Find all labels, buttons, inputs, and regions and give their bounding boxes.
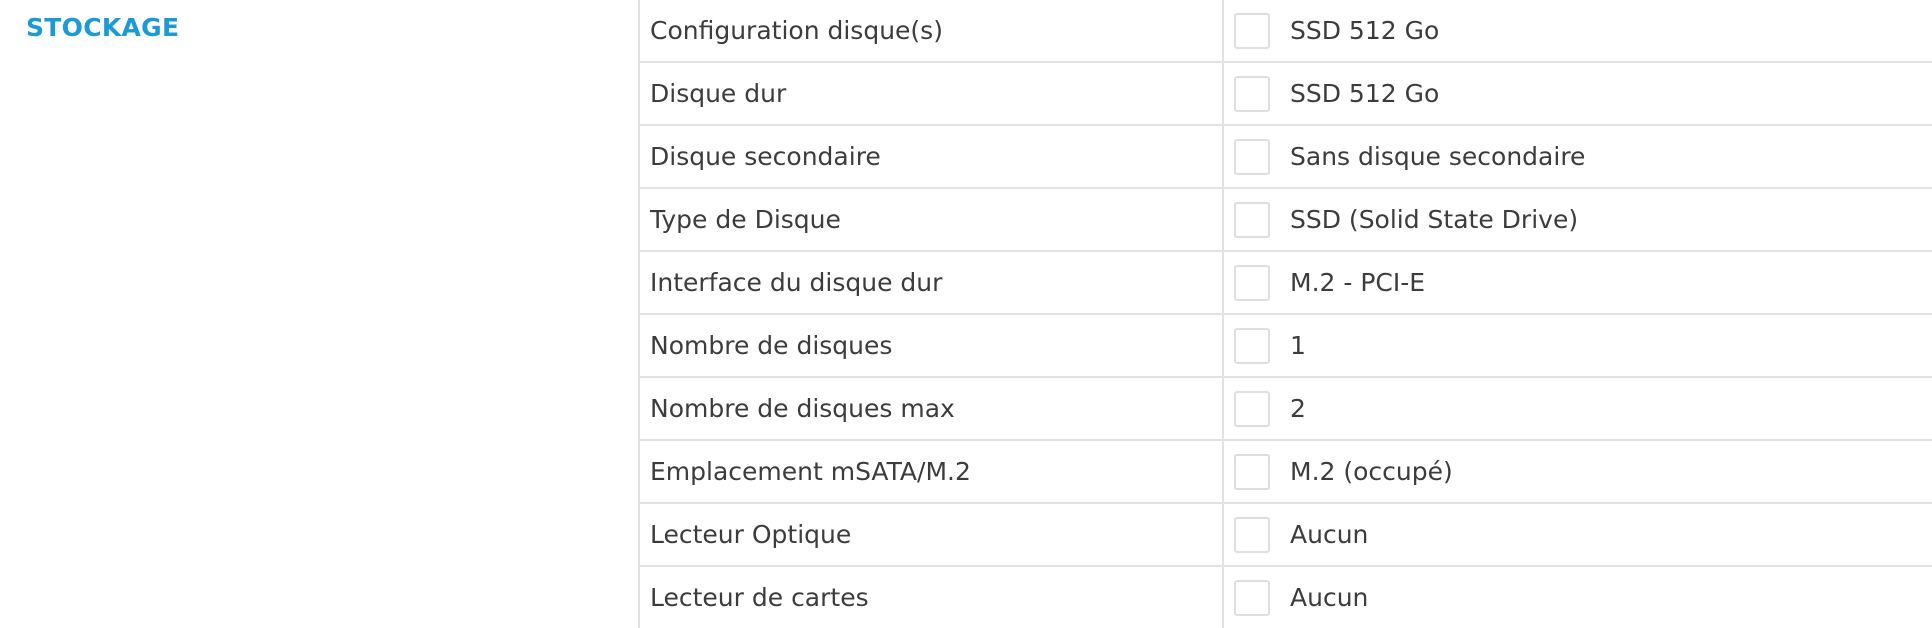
spec-value: Aucun: [1290, 519, 1369, 549]
spec-value-cell: SSD 512 Go: [1223, 62, 1932, 126]
spec-row-card-reader: Lecteur de cartes Aucun: [638, 566, 1932, 628]
compare-checkbox[interactable]: [1234, 579, 1270, 616]
spec-label: Type de Disque: [638, 188, 1224, 252]
spec-value: SSD (Solid State Drive): [1290, 204, 1579, 234]
compare-checkbox[interactable]: [1234, 138, 1270, 175]
spec-label: Disque secondaire: [638, 125, 1224, 189]
spec-label: Nombre de disques max: [638, 377, 1224, 441]
spec-label: Lecteur Optique: [638, 503, 1224, 567]
spec-label: Interface du disque dur: [638, 251, 1224, 315]
spec-value: M.2 - PCI-E: [1290, 267, 1426, 297]
spec-label: Configuration disque(s): [638, 0, 1224, 63]
compare-checkbox[interactable]: [1234, 75, 1270, 112]
spec-row-disk-count: Nombre de disques 1: [638, 314, 1932, 378]
spec-value-cell: Sans disque secondaire: [1223, 125, 1932, 189]
spec-label: Lecteur de cartes: [638, 566, 1224, 628]
spec-row-optical-drive: Lecteur Optique Aucun: [638, 503, 1932, 567]
spec-label: Disque dur: [638, 62, 1224, 126]
spec-value-cell: Aucun: [1223, 566, 1932, 628]
spec-value: 1: [1290, 330, 1306, 360]
spec-row-disk-type: Type de Disque SSD (Solid State Drive): [638, 188, 1932, 252]
section-title-stockage: STOCKAGE: [26, 13, 180, 42]
compare-checkbox[interactable]: [1234, 201, 1270, 238]
compare-checkbox[interactable]: [1234, 12, 1270, 49]
spec-value-cell: SSD 512 Go: [1223, 0, 1932, 63]
spec-value-cell: SSD (Solid State Drive): [1223, 188, 1932, 252]
spec-value: Sans disque secondaire: [1290, 141, 1586, 171]
spec-label: Emplacement mSATA/M.2: [638, 440, 1224, 504]
spec-label: Nombre de disques: [638, 314, 1224, 378]
spec-value-cell: M.2 (occupé): [1223, 440, 1932, 504]
spec-value-cell: Aucun: [1223, 503, 1932, 567]
storage-spec-table: Configuration disque(s) SSD 512 Go Disqu…: [638, 0, 1932, 628]
spec-value-cell: 2: [1223, 377, 1932, 441]
spec-value-cell: 1: [1223, 314, 1932, 378]
spec-value: SSD 512 Go: [1290, 78, 1440, 108]
spec-row-disk-count-max: Nombre de disques max 2: [638, 377, 1932, 441]
compare-checkbox[interactable]: [1234, 516, 1270, 553]
spec-value: Aucun: [1290, 582, 1369, 612]
compare-checkbox[interactable]: [1234, 264, 1270, 301]
spec-row-secondary-disk: Disque secondaire Sans disque secondaire: [638, 125, 1932, 189]
spec-value-cell: M.2 - PCI-E: [1223, 251, 1932, 315]
spec-row-msata-slot: Emplacement mSATA/M.2 M.2 (occupé): [638, 440, 1932, 504]
spec-value: M.2 (occupé): [1290, 456, 1453, 486]
spec-row-disk-interface: Interface du disque dur M.2 - PCI-E: [638, 251, 1932, 315]
spec-value: 2: [1290, 393, 1306, 423]
spec-row-disk-config: Configuration disque(s) SSD 512 Go: [638, 0, 1932, 63]
compare-checkbox[interactable]: [1234, 390, 1270, 427]
spec-row-hard-drive: Disque dur SSD 512 Go: [638, 62, 1932, 126]
compare-checkbox[interactable]: [1234, 327, 1270, 364]
compare-checkbox[interactable]: [1234, 453, 1270, 490]
spec-value: SSD 512 Go: [1290, 15, 1440, 45]
